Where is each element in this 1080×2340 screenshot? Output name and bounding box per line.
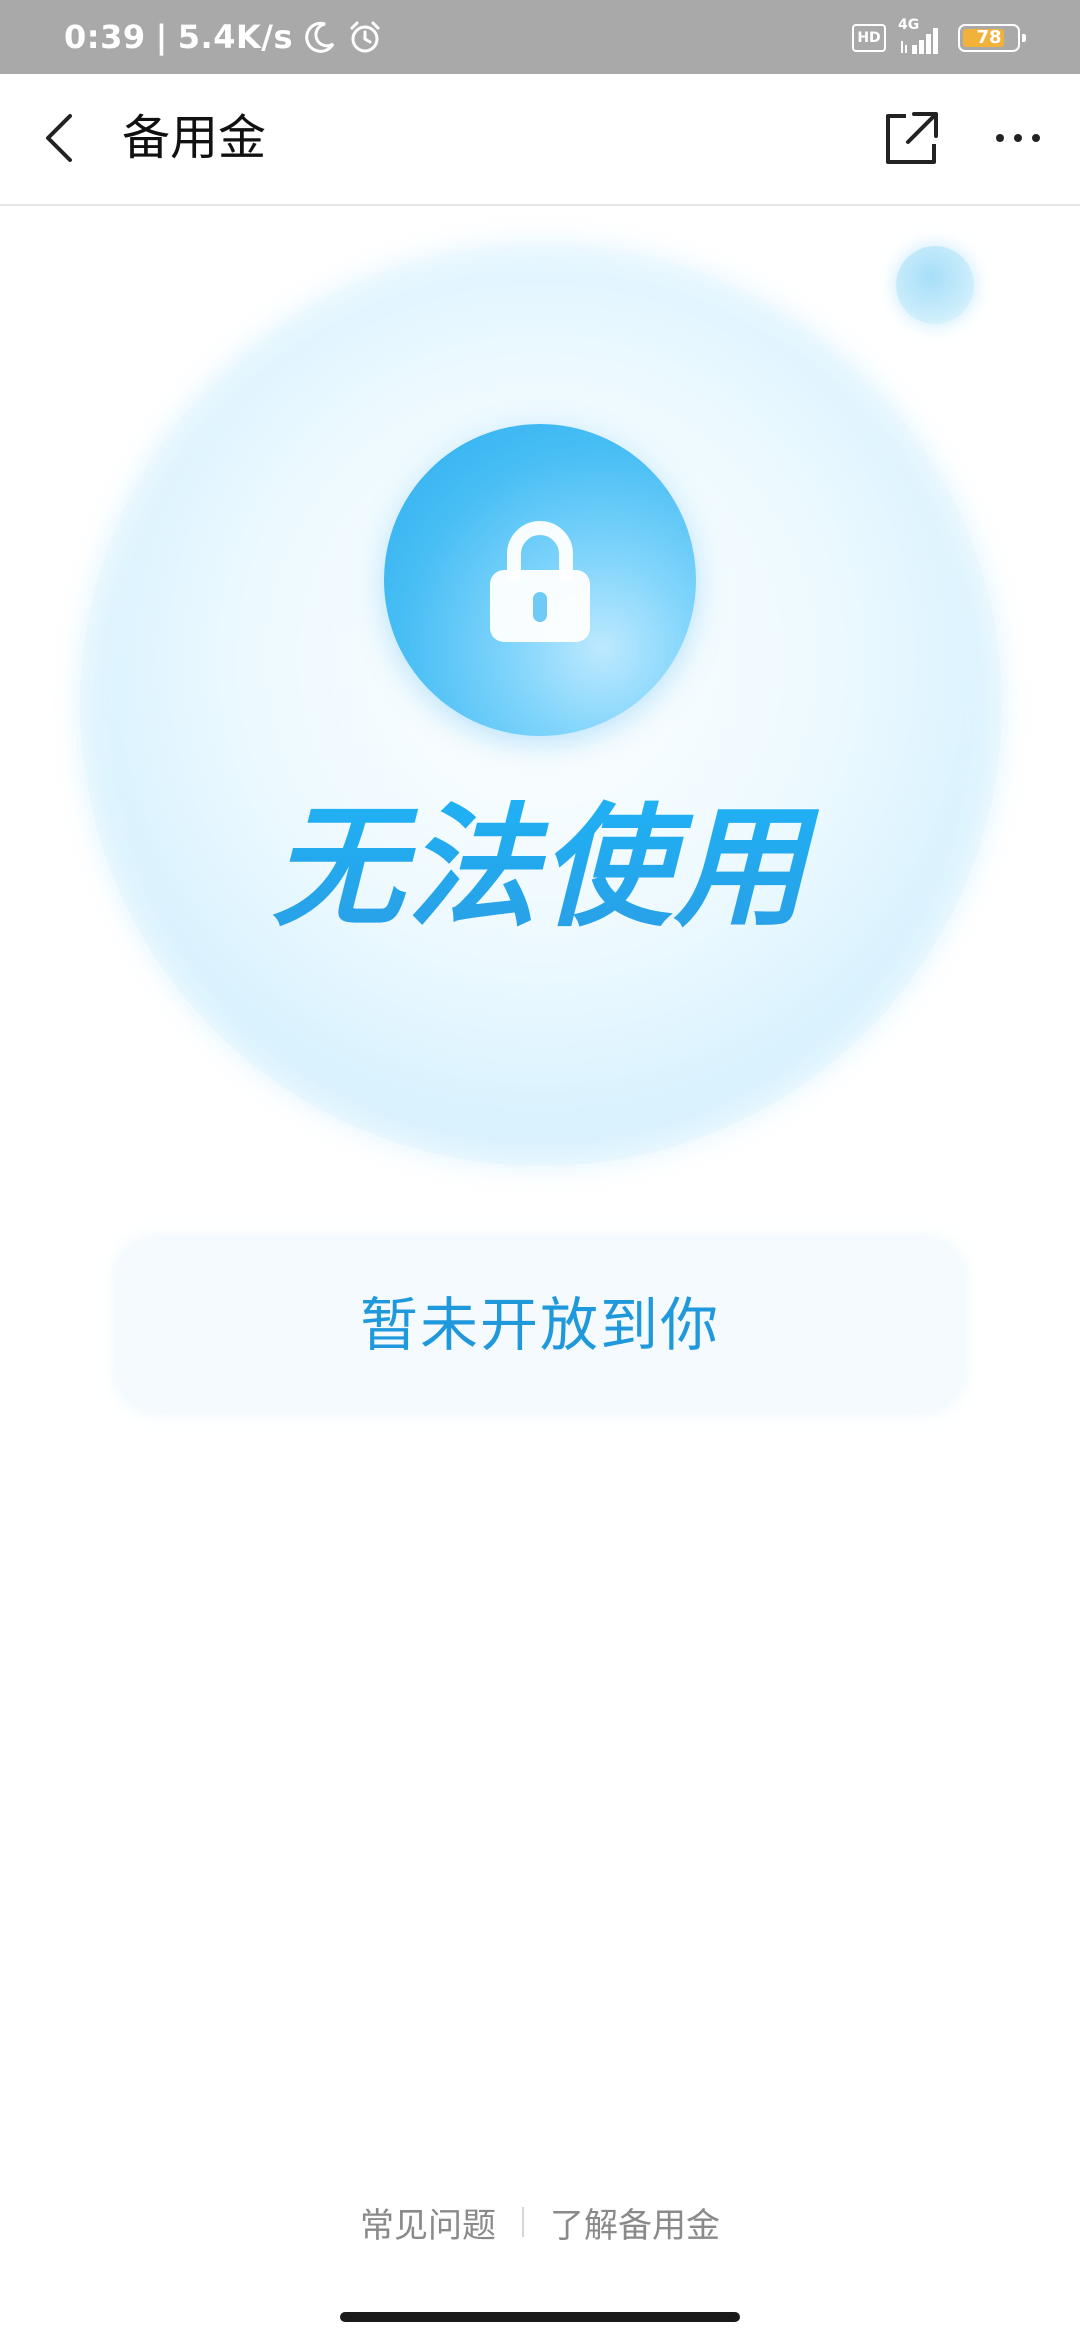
chevron-left-icon <box>46 114 72 162</box>
moon-icon <box>303 20 337 54</box>
home-indicator[interactable] <box>340 2312 740 2322</box>
status-bar: 0:39 | 5.4K/s HD 4G 78 <box>0 0 1080 74</box>
footer-divider <box>522 2207 524 2237</box>
hero-section: 无法使用 <box>0 206 1080 1186</box>
more-horizontal-icon <box>996 134 1040 142</box>
nav-bar: 备用金 <box>0 74 1080 206</box>
status-left: 0:39 | 5.4K/s <box>64 14 383 60</box>
battery-level: 78 <box>976 27 1002 48</box>
notice-text: 暂未开放到你 <box>359 1291 720 1359</box>
faq-link[interactable]: 常见问题 <box>360 2198 496 2247</box>
share-button[interactable] <box>878 106 942 170</box>
signal-icon: 4G <box>898 17 946 55</box>
footer-links: 常见问题 了解备用金 <box>0 2192 1080 2252</box>
status-time: 0:39 <box>64 18 146 56</box>
share-external-icon <box>886 112 938 164</box>
alarm-icon <box>347 19 383 55</box>
status-right: HD 4G 78 <box>852 17 1026 56</box>
battery-icon: 78 <box>958 24 1026 52</box>
back-button[interactable] <box>30 106 94 170</box>
page-title: 备用金 <box>122 110 267 166</box>
hd-badge: HD <box>852 24 886 52</box>
notice-card: 暂未开放到你 <box>118 1240 962 1410</box>
small-bubble <box>896 246 974 324</box>
unavailable-title: 无法使用 <box>0 788 1080 948</box>
more-button[interactable] <box>986 106 1050 170</box>
status-separator: | <box>155 18 168 56</box>
lock-icon <box>490 521 590 642</box>
learn-more-link[interactable]: 了解备用金 <box>550 2198 720 2247</box>
status-net-speed: 5.4K/s <box>177 18 293 56</box>
battery-cap <box>1022 34 1026 42</box>
